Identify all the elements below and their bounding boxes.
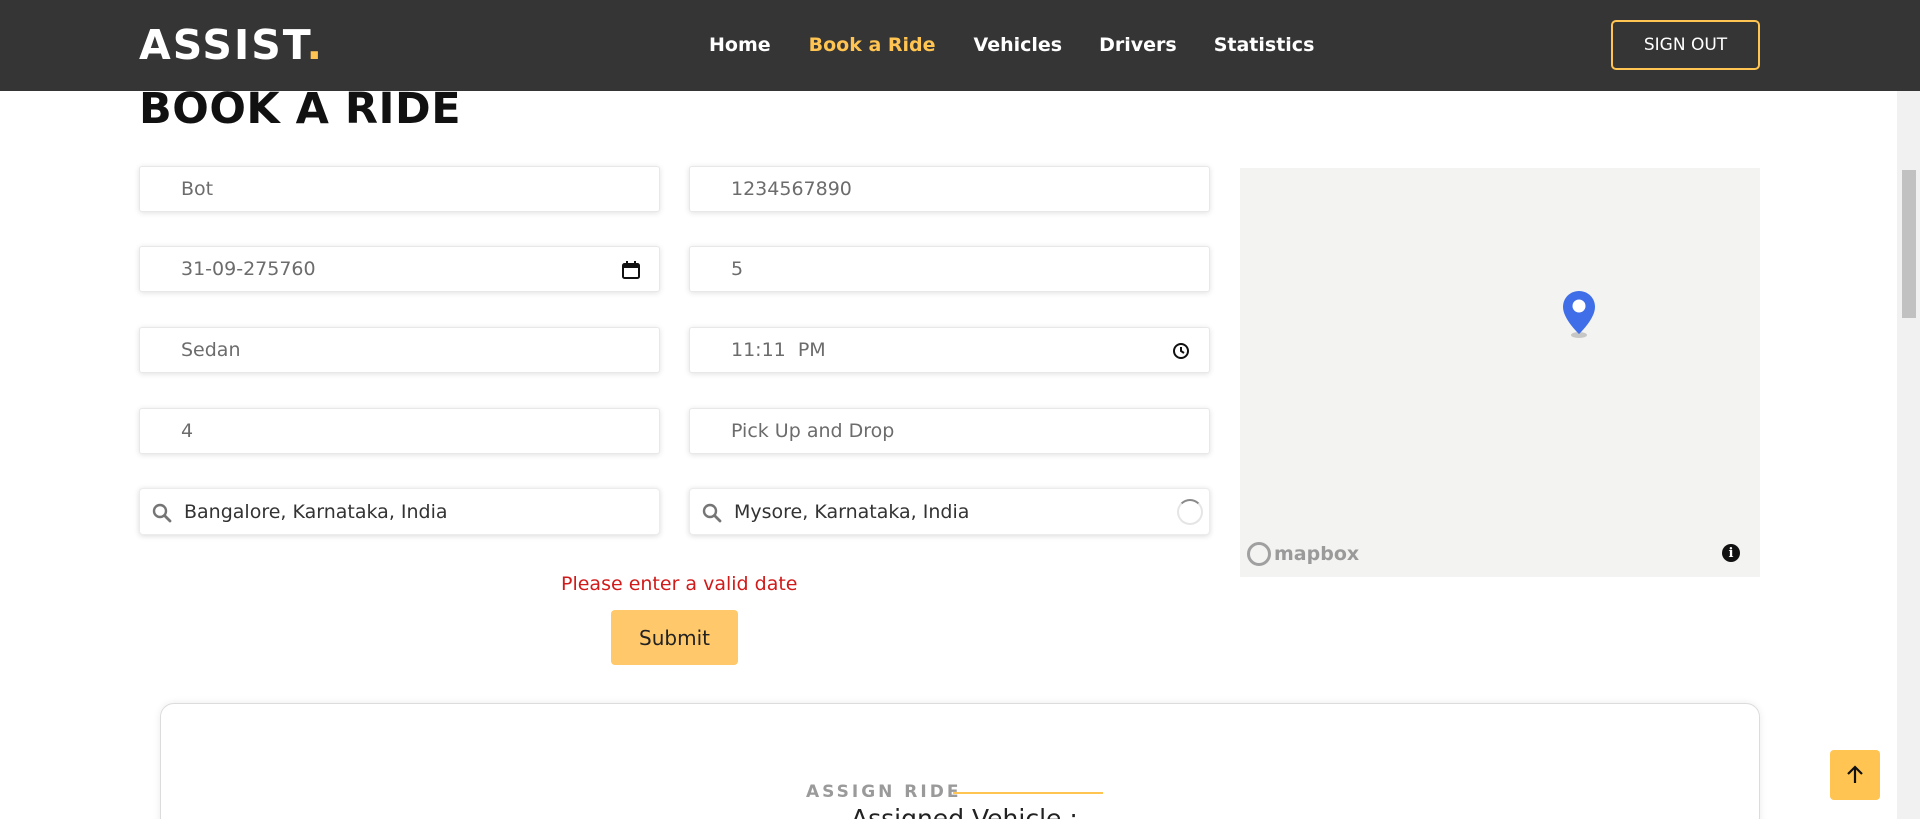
name-field[interactable]: Bot (139, 166, 660, 212)
nav-links: Home Book a Ride Vehicles Drivers Statis… (709, 30, 1314, 60)
page-scrollbar[interactable] (1897, 0, 1920, 819)
drop-location-input[interactable]: Mysore, Karnataka, India (689, 488, 1210, 535)
mapbox-logo-text: mapbox (1274, 543, 1360, 565)
brand-logo[interactable]: ASSIST. (139, 20, 324, 70)
nav-book-a-ride[interactable]: Book a Ride (809, 30, 936, 60)
search-icon (702, 503, 722, 523)
drop-value: Mysore, Karnataka, India (734, 500, 970, 523)
time-field[interactable]: 11:11 PM (689, 327, 1210, 373)
back-to-top-button[interactable] (1830, 750, 1880, 800)
date-field[interactable]: 31-09-275760 (139, 246, 660, 292)
info-icon[interactable]: i (1722, 544, 1740, 562)
vehicle-type-value: Sedan (181, 339, 241, 361)
nav-drivers[interactable]: Drivers (1099, 30, 1177, 60)
clock-icon[interactable] (1171, 341, 1191, 361)
top-navbar: ASSIST. Home Book a Ride Vehicles Driver… (0, 0, 1920, 91)
service-type-value: Pick Up and Drop (731, 420, 895, 442)
date-value: 31-09-275760 (181, 258, 316, 280)
service-type-field[interactable]: Pick Up and Drop (689, 408, 1210, 454)
passengers-field[interactable]: 5 (689, 246, 1210, 292)
nav-statistics[interactable]: Statistics (1214, 30, 1315, 60)
map-pin-icon[interactable] (1562, 290, 1596, 338)
phone-field[interactable]: 1234567890 (689, 166, 1210, 212)
seats-value: 4 (181, 420, 194, 442)
phone-value: 1234567890 (731, 178, 852, 200)
assign-ride-card: ASSIGN RIDE Assigned Vehicle : (160, 703, 1760, 819)
assign-ride-label: ASSIGN RIDE (806, 782, 962, 802)
calendar-icon[interactable] (621, 260, 641, 280)
scrollbar-thumb[interactable] (1902, 170, 1916, 318)
seats-field[interactable]: 4 (139, 408, 660, 454)
time-value: 11:11 PM (731, 339, 826, 361)
vehicle-type-field[interactable]: Sedan (139, 327, 660, 373)
page-title: BOOK A RIDE (139, 84, 462, 134)
nav-vehicles[interactable]: Vehicles (974, 30, 1063, 60)
mapbox-logo-mark (1247, 542, 1271, 566)
sign-out-button[interactable]: SIGN OUT (1611, 20, 1760, 70)
pickup-value: Bangalore, Karnataka, India (184, 500, 448, 523)
search-icon (152, 503, 172, 523)
section-divider (953, 792, 1103, 794)
mapbox-logo[interactable]: mapbox (1247, 542, 1359, 566)
name-value: Bot (181, 178, 214, 200)
loading-spinner (1177, 499, 1203, 525)
brand-dot: . (306, 21, 325, 69)
route-map[interactable]: mapbox i (1240, 168, 1760, 577)
nav-home[interactable]: Home (709, 30, 771, 60)
assigned-vehicle-label: Assigned Vehicle : (851, 804, 1078, 819)
date-error-message: Please enter a valid date (561, 573, 798, 595)
submit-button[interactable]: Submit (611, 610, 738, 665)
arrow-up-icon (1847, 765, 1863, 783)
pickup-location-input[interactable]: Bangalore, Karnataka, India (139, 488, 660, 535)
brand-name: ASSIST (139, 21, 307, 69)
passengers-value: 5 (731, 258, 744, 280)
